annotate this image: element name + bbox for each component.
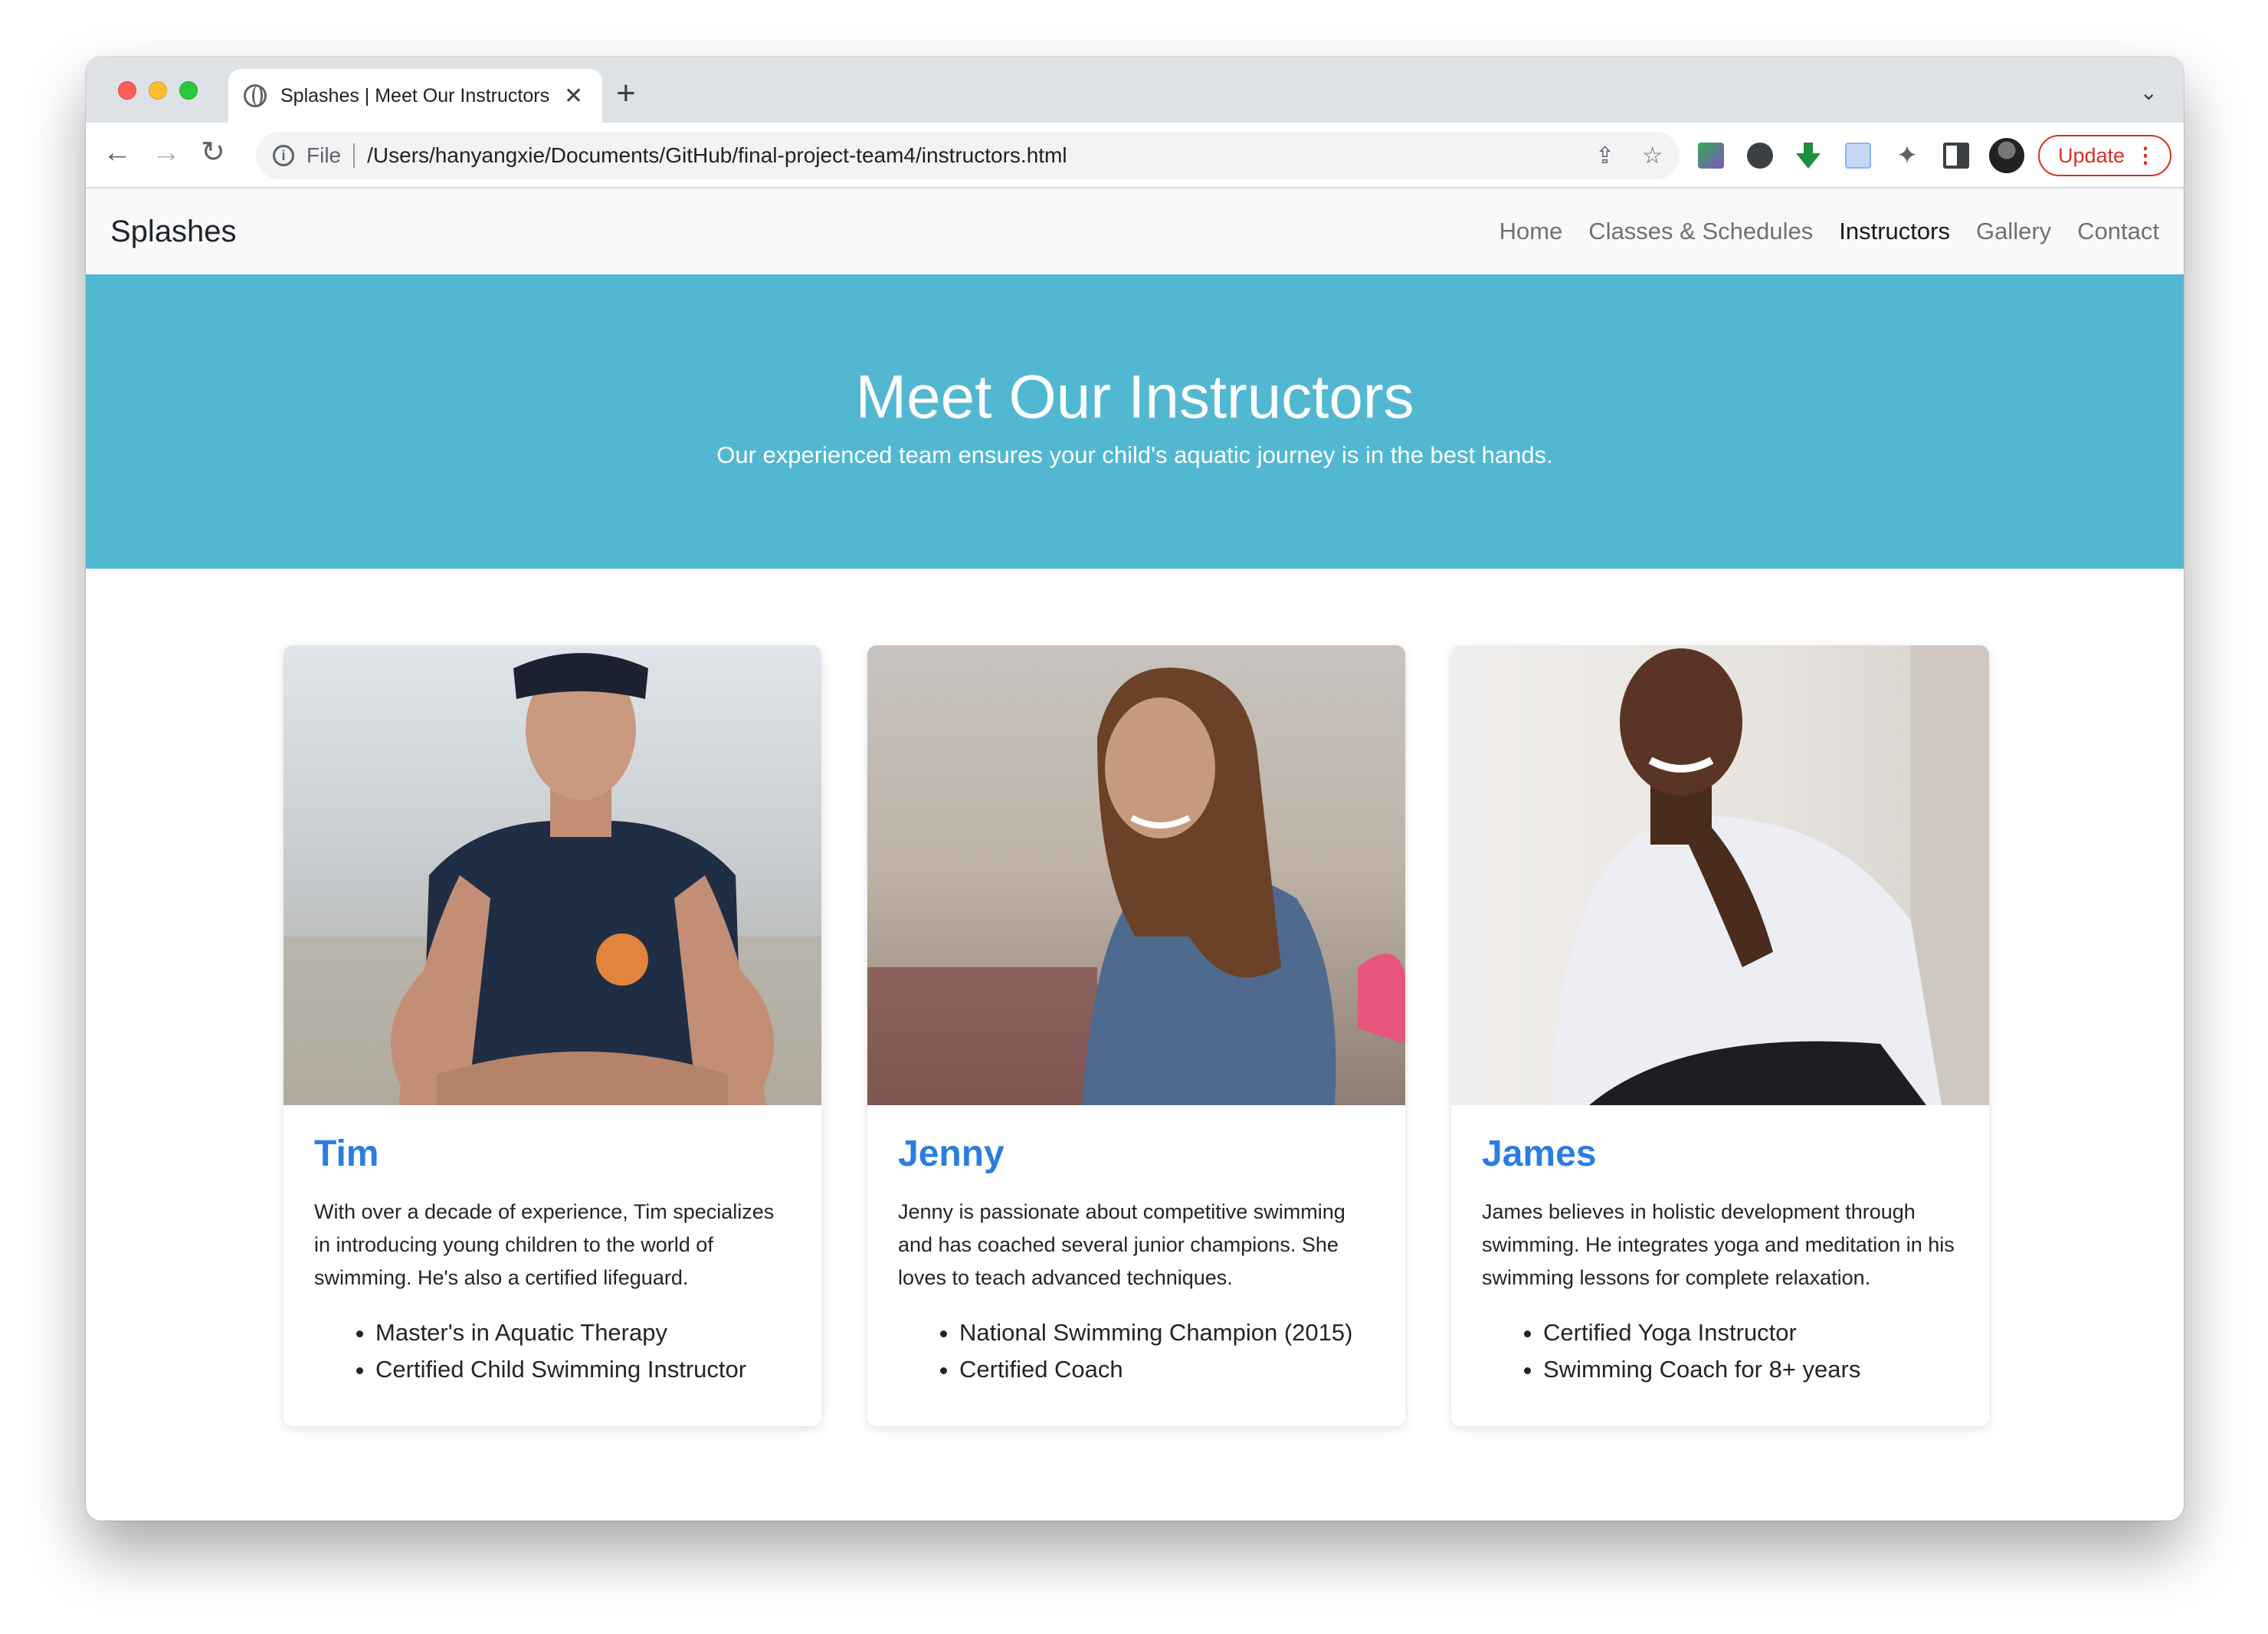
credential-item: Master's in Aquatic Therapy xyxy=(375,1314,791,1351)
instructor-photo-jenny xyxy=(867,645,1405,1105)
address-bar[interactable]: i File /Users/hanyangxie/Documents/GitHu… xyxy=(256,132,1680,179)
instructor-description: With over a decade of experience, Tim sp… xyxy=(314,1200,775,1289)
instructor-name: Jenny xyxy=(898,1134,1005,1174)
credential-item: Swimming Coach for 8+ years xyxy=(1543,1351,1958,1388)
web-page: Splashes Home Classes & Schedules Instru… xyxy=(86,189,2184,1521)
brand-logo[interactable]: Splashes xyxy=(110,215,237,249)
portrait-illustration xyxy=(1551,645,1989,1105)
credentials-list: Master's in Aquatic Therapy Certified Ch… xyxy=(314,1314,791,1388)
instructor-description: James believes in holistic development t… xyxy=(1482,1200,1955,1289)
omnibox-actions: ⇪ ☆ xyxy=(1595,143,1663,169)
star-icon[interactable]: ☆ xyxy=(1642,143,1663,169)
globe-icon xyxy=(244,84,267,107)
tab-strip: Splashes | Meet Our Instructors ✕ + ⌄ xyxy=(86,57,2184,123)
active-tab[interactable]: Splashes | Meet Our Instructors ✕ xyxy=(228,69,602,123)
instructor-cards: Tim With over a decade of experience, Ti… xyxy=(284,645,1989,1426)
close-tab-icon[interactable]: ✕ xyxy=(564,83,583,110)
url-separator xyxy=(353,143,356,168)
portrait-illustration xyxy=(867,668,1405,1105)
more-icon[interactable]: ⋮ xyxy=(2135,143,2156,168)
new-tab-icon[interactable]: + xyxy=(616,77,636,110)
nav-link-classes[interactable]: Classes & Schedules xyxy=(1588,218,1813,245)
url-text[interactable]: /Users/hanyangxie/Documents/GitHub/final… xyxy=(367,143,1067,168)
extension-4-icon[interactable] xyxy=(1845,143,1871,169)
browser-toolbar: ← → ↻ i File /Users/hanyangxie/Documents… xyxy=(86,123,2184,189)
extension-1-icon[interactable] xyxy=(1698,143,1724,169)
nav-link-home[interactable]: Home xyxy=(1499,218,1563,245)
instructor-photo-tim xyxy=(284,645,821,1105)
minimize-window-button[interactable] xyxy=(149,81,167,100)
instructor-name: Tim xyxy=(314,1134,379,1174)
nav-link-gallery[interactable]: Gallery xyxy=(1976,218,2051,245)
extensions-icon[interactable]: ✦ xyxy=(1894,143,1920,169)
instructor-card-tim: Tim With over a decade of experience, Ti… xyxy=(284,645,821,1426)
reload-icon[interactable]: ↻ xyxy=(201,138,225,167)
profile-avatar[interactable] xyxy=(1989,138,2024,173)
update-button[interactable]: Update ⋮ xyxy=(2038,135,2171,176)
instructor-card-james: James James believes in holistic develop… xyxy=(1451,645,1989,1426)
site-navbar: Splashes Home Classes & Schedules Instru… xyxy=(86,189,2184,274)
credential-item: Certified Child Swimming Instructor xyxy=(375,1351,791,1388)
tab-title: Splashes | Meet Our Instructors xyxy=(280,84,550,107)
close-window-button[interactable] xyxy=(118,81,136,100)
instructor-description: Jenny is passionate about competitive sw… xyxy=(898,1200,1345,1289)
card-body: Jenny Jenny is passionate about competit… xyxy=(867,1105,1405,1426)
nav-link-instructors[interactable]: Instructors xyxy=(1839,218,1950,245)
hero-banner: Meet Our Instructors Our experienced tea… xyxy=(86,274,2184,569)
hero-subtitle: Our experienced team ensures your child'… xyxy=(716,441,1553,468)
credential-item: National Swimming Champion (2015) xyxy=(959,1314,1375,1351)
info-icon[interactable]: i xyxy=(273,145,294,166)
extension-2-icon[interactable] xyxy=(1747,143,1773,169)
instructor-photo-james xyxy=(1451,645,1989,1105)
credentials-list: Certified Yoga Instructor Swimming Coach… xyxy=(1482,1314,1958,1388)
share-icon[interactable]: ⇪ xyxy=(1595,143,1614,169)
credential-item: Certified Coach xyxy=(959,1351,1375,1388)
update-label: Update xyxy=(2058,143,2125,167)
back-icon[interactable]: ← xyxy=(103,138,132,167)
tab-search-chevron-icon[interactable]: ⌄ xyxy=(2140,80,2158,105)
nav-link-contact[interactable]: Contact xyxy=(2077,218,2159,245)
url-scheme: File xyxy=(306,143,342,167)
page-title: Meet Our Instructors xyxy=(855,363,1414,431)
nav-links: Home Classes & Schedules Instructors Gal… xyxy=(1499,218,2159,245)
forward-icon[interactable]: → xyxy=(152,138,181,167)
credentials-list: National Swimming Champion (2015) Certif… xyxy=(898,1314,1375,1388)
card-body: James James believes in holistic develop… xyxy=(1451,1105,1989,1426)
instructor-name: James xyxy=(1482,1134,1597,1174)
download-extension-icon[interactable] xyxy=(1796,143,1822,169)
zoom-window-button[interactable] xyxy=(179,81,198,100)
side-panel-icon[interactable] xyxy=(1943,143,1969,169)
card-body: Tim With over a decade of experience, Ti… xyxy=(284,1105,821,1426)
browser-window: Splashes | Meet Our Instructors ✕ + ⌄ ← … xyxy=(86,57,2184,1521)
portrait-illustration xyxy=(284,653,821,1105)
instructor-card-jenny: Jenny Jenny is passionate about competit… xyxy=(867,645,1405,1426)
credential-item: Certified Yoga Instructor xyxy=(1543,1314,1958,1351)
